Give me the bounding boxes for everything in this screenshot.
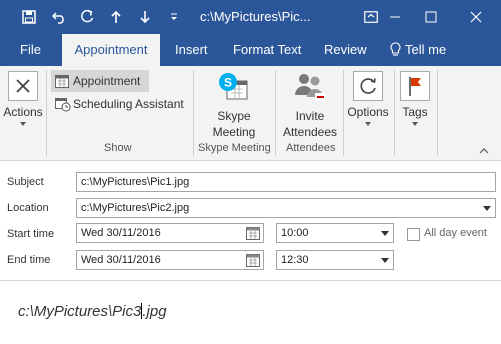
appointment-label: Appointment: [73, 74, 141, 88]
all-day-label: All day event: [424, 227, 487, 239]
location-value: c:\MyPictures\Pic2.jpg: [81, 202, 190, 214]
show-group-label: Show: [104, 142, 132, 154]
delete-x-icon: [8, 71, 38, 101]
attendees-group-label: Attendees: [286, 142, 336, 154]
chevron-down-icon: [412, 122, 418, 126]
subject-field[interactable]: c:\MyPictures\Pic1.jpg: [76, 172, 496, 192]
svg-text:S: S: [224, 76, 232, 90]
title-bar: c:\MyPictures\Pic...: [0, 0, 501, 34]
lightbulb-icon: [390, 37, 401, 69]
ribbon-tabs: File Appointment Insert Format Text Revi…: [0, 34, 501, 66]
start-time-value: 10:00: [281, 227, 309, 239]
chevron-down-icon[interactable]: [483, 206, 491, 211]
actions-label: Actions: [3, 105, 43, 119]
skype-meeting-button[interactable]: S Skype Meeting: [203, 69, 265, 141]
group-separator: [275, 70, 276, 156]
undo-icon[interactable]: [48, 7, 70, 27]
skype-meeting-label-line2: Meeting: [212, 125, 256, 139]
end-date-field[interactable]: Wed 30/11/2016: [76, 250, 264, 270]
minimize-icon[interactable]: [380, 7, 410, 27]
collapse-ribbon-icon[interactable]: [478, 144, 490, 158]
options-label: Options: [347, 105, 389, 119]
invite-attendees-button[interactable]: Invite Attendees: [279, 69, 341, 141]
end-time-field[interactable]: 12:30: [276, 250, 394, 270]
tags-button[interactable]: Tags: [395, 69, 435, 139]
people-icon: [293, 71, 327, 103]
all-day-checkbox[interactable]: [407, 228, 420, 241]
body-text-after: .jpg: [142, 303, 167, 320]
start-time-label: Start time: [7, 228, 55, 240]
end-time-value: 12:30: [281, 254, 309, 266]
calendar-picker-icon[interactable]: [246, 253, 260, 267]
form-divider: [0, 280, 501, 281]
chevron-down-icon[interactable]: [381, 258, 389, 263]
end-date-value: Wed 30/11/2016: [81, 254, 161, 266]
options-icon: [353, 71, 383, 101]
tab-format-text[interactable]: Format Text: [233, 34, 301, 66]
body-text-before: c:\MyPictures\Pic3: [18, 303, 142, 320]
group-separator: [46, 70, 47, 156]
start-time-field[interactable]: 10:00: [276, 223, 394, 243]
chevron-down-icon: [20, 122, 26, 126]
calendar-picker-icon[interactable]: [246, 226, 260, 240]
tab-insert[interactable]: Insert: [175, 34, 208, 66]
arrow-up-icon[interactable]: [105, 7, 127, 27]
start-date-value: Wed 30/11/2016: [81, 227, 161, 239]
flag-icon: [400, 71, 430, 101]
tab-appointment[interactable]: Appointment: [62, 34, 160, 66]
tab-review[interactable]: Review: [324, 34, 367, 66]
location-label: Location: [7, 202, 49, 214]
invite-attendees-label-line1: Invite: [295, 109, 325, 123]
group-separator: [437, 70, 438, 156]
invite-attendees-label-line2: Attendees: [282, 125, 338, 139]
actions-button[interactable]: Actions: [0, 69, 46, 139]
scheduling-icon: [55, 97, 71, 115]
maximize-icon[interactable]: [416, 7, 446, 27]
tell-me-button[interactable]: Tell me: [390, 34, 446, 66]
subject-label: Subject: [7, 176, 44, 188]
redo-icon[interactable]: [76, 7, 98, 27]
skype-icon: S: [217, 71, 251, 103]
skype-meeting-label-line1: Skype: [217, 109, 251, 123]
options-button[interactable]: Options: [344, 69, 392, 139]
scheduling-assistant-button[interactable]: Scheduling Assistant: [51, 95, 186, 115]
message-body[interactable]: c:\MyPictures\Pic3.jpg: [18, 303, 167, 320]
location-field[interactable]: c:\MyPictures\Pic2.jpg: [76, 198, 496, 218]
scheduling-assistant-label: Scheduling Assistant: [73, 97, 184, 111]
tell-me-label: Tell me: [405, 42, 447, 57]
close-icon[interactable]: [461, 7, 491, 27]
start-date-field[interactable]: Wed 30/11/2016: [76, 223, 264, 243]
calendar-icon: [55, 74, 69, 91]
appointment-form: Subject c:\MyPictures\Pic1.jpg Location …: [0, 161, 501, 344]
tab-file[interactable]: File: [20, 34, 41, 66]
window-title: c:\MyPictures\Pic...: [200, 9, 311, 24]
chevron-down-icon[interactable]: [381, 231, 389, 236]
skype-group-label: Skype Meeting: [198, 142, 271, 154]
ribbon: Actions Appointment Scheduling Assistant…: [0, 66, 501, 161]
chevron-down-icon: [365, 122, 371, 126]
save-icon[interactable]: [18, 7, 40, 27]
group-separator: [193, 70, 194, 156]
end-time-label: End time: [7, 254, 51, 266]
arrow-down-icon[interactable]: [134, 7, 156, 27]
customize-quick-access-icon[interactable]: [166, 7, 182, 27]
appointment-view-button[interactable]: Appointment: [51, 70, 149, 92]
tags-label: Tags: [402, 105, 428, 119]
